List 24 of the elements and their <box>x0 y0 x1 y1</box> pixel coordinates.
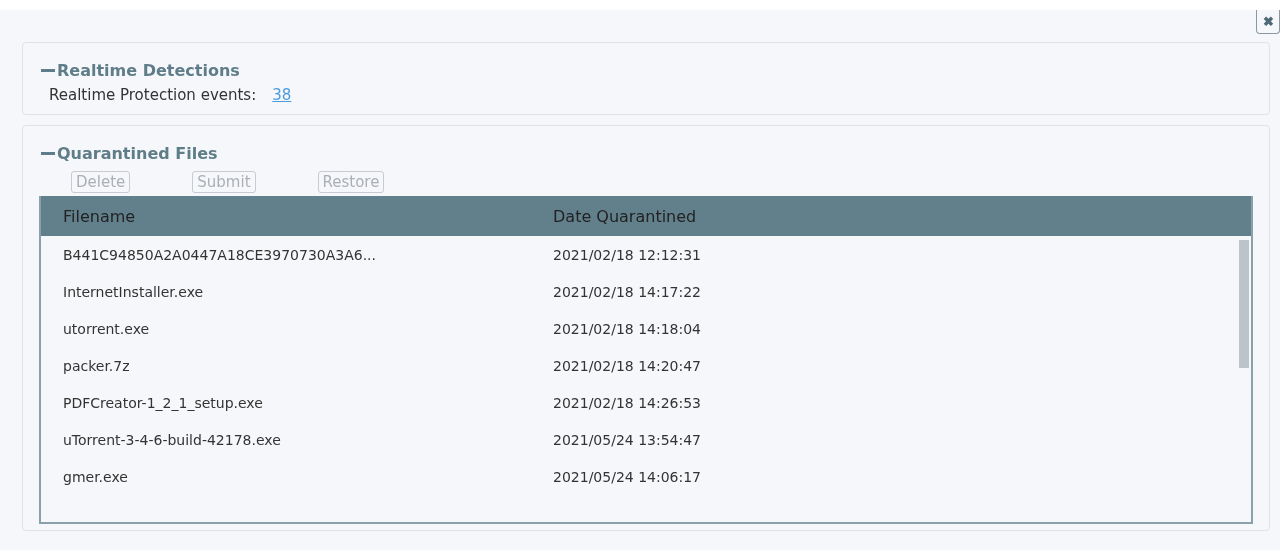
events-label: Realtime Protection events: <box>49 86 257 104</box>
table-cell: 2021/05/24 14:06:17 <box>553 468 702 485</box>
table-cell-text: InternetInstaller.exe <box>62 283 205 300</box>
column-header[interactable]: Date Quarantined <box>553 206 697 226</box>
events-count-link[interactable]: 38 <box>272 86 292 104</box>
minus-icon[interactable] <box>41 68 55 73</box>
table-cell-text: PDFCreator-1_2_1_setup.exe <box>62 394 264 411</box>
table-cell: 2021/02/18 14:20:47 <box>553 357 702 374</box>
section-title: Quarantined Files <box>57 144 218 163</box>
table-cell: 2021/02/18 12:12:31 <box>553 246 702 263</box>
table-cell-text: packer.7z <box>62 357 131 374</box>
table-cell-text: uTorrent-3-4-6-build-42178.exe <box>62 431 282 448</box>
table-cell-text: gmer.exe <box>62 468 129 485</box>
table-cell: 2021/02/18 14:26:53 <box>553 394 702 411</box>
table-cell: 2021/02/18 14:18:04 <box>553 320 702 337</box>
close-button[interactable]: ✖ <box>1256 10 1280 34</box>
column-header[interactable]: Filename <box>41 206 553 226</box>
minus-icon[interactable] <box>41 151 55 156</box>
table-cell-text: utorrent.exe <box>62 320 151 337</box>
scrollbar-thumb[interactable] <box>1239 240 1249 368</box>
section-title: Realtime Detections <box>57 61 240 80</box>
table-cell: 2021/02/18 14:17:22 <box>553 283 702 300</box>
table-cell-text: B441C94850A2A0447A18CE3970730A3A6... <box>62 246 377 263</box>
table-cell: 2021/05/24 13:54:47 <box>553 431 702 448</box>
